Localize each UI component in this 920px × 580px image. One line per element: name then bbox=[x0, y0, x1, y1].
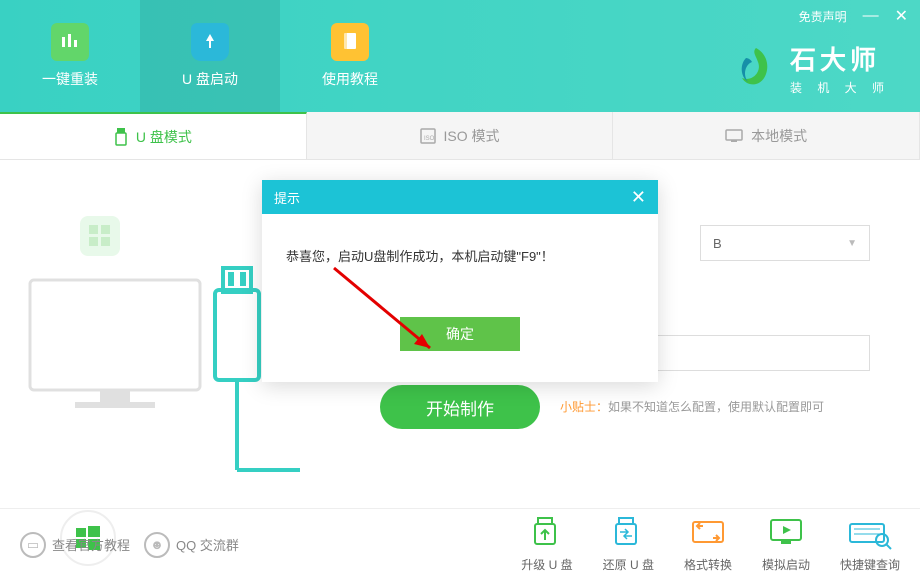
nav-usb-boot[interactable]: U 盘启动 bbox=[140, 0, 280, 112]
official-tutorial-link[interactable]: ▭ 查看官方教程 bbox=[20, 532, 130, 558]
disclaimer-link[interactable]: 免责声明 bbox=[799, 8, 847, 25]
nav-label: 一键重装 bbox=[42, 69, 98, 89]
book-icon: ▭ bbox=[20, 532, 46, 558]
dropdown-value: B bbox=[713, 236, 722, 251]
logo-icon bbox=[732, 44, 780, 92]
format-icon bbox=[689, 516, 727, 550]
tool-label: 格式转换 bbox=[684, 556, 732, 573]
config-dropdown[interactable] bbox=[640, 335, 870, 371]
nav-tutorial[interactable]: 使用教程 bbox=[280, 0, 420, 112]
logo-title: 石大师 bbox=[790, 40, 890, 77]
tool-label: 快捷键查询 bbox=[840, 556, 900, 573]
restore-icon bbox=[609, 516, 647, 550]
tab-label: U 盘模式 bbox=[136, 127, 192, 147]
qq-icon: ☻ bbox=[144, 532, 170, 558]
tool-label: 还原 U 盘 bbox=[603, 556, 654, 573]
svg-text:ISO: ISO bbox=[424, 136, 435, 142]
tab-label: ISO 模式 bbox=[444, 126, 500, 146]
dialog-header: 提示 ✕ bbox=[262, 180, 658, 214]
mode-tabs: U 盘模式 ISO ISO 模式 本地模式 bbox=[0, 112, 920, 160]
local-icon bbox=[725, 129, 743, 143]
qq-group-link[interactable]: ☻ QQ 交流群 bbox=[144, 532, 239, 558]
tool-simulate-boot[interactable]: 模拟启动 bbox=[762, 516, 810, 573]
window-controls: 免责声明 — ✕ bbox=[799, 6, 908, 26]
dialog-message: 恭喜您，启动U盘制作成功，本机启动键"F9"！ bbox=[262, 214, 658, 283]
app-header: 免责声明 — ✕ 一键重装 U 盘启动 使用教程 石大师 装 机 大 师 bbox=[0, 0, 920, 112]
tool-format-convert[interactable]: 格式转换 bbox=[684, 516, 732, 573]
hotkey-icon bbox=[848, 516, 892, 550]
usb-icon bbox=[114, 128, 128, 146]
tab-local-mode[interactable]: 本地模式 bbox=[613, 112, 920, 159]
minimize-button[interactable]: — bbox=[863, 7, 879, 25]
logo-subtitle: 装 机 大 师 bbox=[790, 79, 890, 96]
iso-icon: ISO bbox=[420, 128, 436, 144]
success-dialog: 提示 ✕ 恭喜您，启动U盘制作成功，本机启动键"F9"！ 确定 bbox=[262, 180, 658, 382]
usb-boot-icon bbox=[191, 23, 229, 61]
tool-hotkey-lookup[interactable]: 快捷键查询 bbox=[840, 516, 900, 573]
reinstall-icon bbox=[51, 23, 89, 61]
tab-usb-mode[interactable]: U 盘模式 bbox=[0, 112, 307, 159]
chevron-down-icon: ▼ bbox=[847, 238, 857, 249]
tool-upgrade-usb[interactable]: 升级 U 盘 bbox=[521, 516, 572, 573]
device-dropdown[interactable]: B ▼ bbox=[700, 225, 870, 261]
link-label: 查看官方教程 bbox=[52, 535, 130, 554]
tutorial-icon bbox=[331, 23, 369, 61]
footer-bar: ▭ 查看官方教程 ☻ QQ 交流群 升级 U 盘 还原 U 盘 格式转换 模拟启… bbox=[0, 508, 920, 580]
nav-reinstall[interactable]: 一键重装 bbox=[0, 0, 140, 112]
tool-restore-usb[interactable]: 还原 U 盘 bbox=[603, 516, 654, 573]
tab-iso-mode[interactable]: ISO ISO 模式 bbox=[307, 112, 614, 159]
upgrade-icon bbox=[528, 516, 566, 550]
tip-label: 小贴士： bbox=[560, 400, 608, 414]
tool-label: 升级 U 盘 bbox=[521, 556, 572, 573]
nav-label: U 盘启动 bbox=[182, 69, 238, 89]
decoration-illustration bbox=[20, 190, 300, 510]
tip-text: 小贴士：如果不知道怎么配置，使用默认配置即可 bbox=[560, 398, 824, 415]
tool-label: 模拟启动 bbox=[762, 556, 810, 573]
tab-label: 本地模式 bbox=[751, 126, 807, 146]
app-logo: 石大师 装 机 大 师 bbox=[732, 40, 890, 96]
start-create-button[interactable]: 开始制作 bbox=[380, 385, 540, 429]
dialog-ok-button[interactable]: 确定 bbox=[400, 317, 520, 351]
dialog-title: 提示 bbox=[274, 188, 300, 207]
link-label: QQ 交流群 bbox=[176, 535, 239, 554]
simulate-icon bbox=[767, 516, 805, 550]
close-button[interactable]: ✕ bbox=[895, 6, 908, 26]
tip-body: 如果不知道怎么配置，使用默认配置即可 bbox=[608, 400, 824, 414]
nav-label: 使用教程 bbox=[322, 69, 378, 89]
dialog-close-button[interactable]: ✕ bbox=[631, 187, 646, 208]
